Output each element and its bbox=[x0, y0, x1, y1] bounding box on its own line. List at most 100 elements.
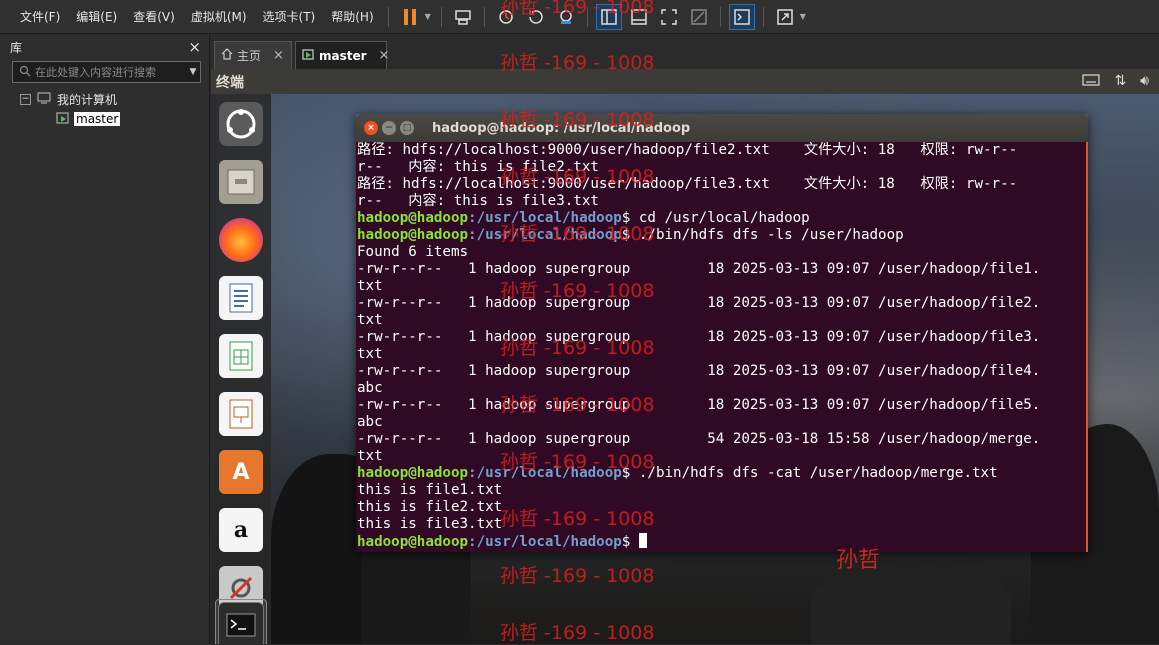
prompt-suffix: $ bbox=[621, 534, 639, 550]
home-icon bbox=[221, 48, 233, 63]
tab-home[interactable]: 主页 × bbox=[214, 41, 292, 69]
terminal-line: abc bbox=[357, 414, 383, 430]
terminal-line: r-- 内容: this is file3.txt bbox=[357, 193, 599, 209]
terminal-line: abc bbox=[357, 380, 383, 396]
menu-view[interactable]: 查看(V) bbox=[125, 8, 183, 25]
terminal-line: this is file1.txt bbox=[357, 482, 503, 498]
tree-item-my-computer[interactable]: − 我的计算机 bbox=[0, 89, 209, 109]
menu-help[interactable]: 帮助(H) bbox=[323, 8, 381, 25]
unity-launcher: A a bbox=[211, 94, 271, 644]
pause-icon[interactable] bbox=[397, 4, 423, 30]
menu-file[interactable]: 文件(F) bbox=[12, 8, 68, 25]
terminal-command-line: hadoop@hadoop:/usr/local/hadoop$ ./bin/h… bbox=[357, 465, 1086, 482]
search-placeholder: 在此处键入内容进行搜索 bbox=[35, 66, 156, 79]
network-icon[interactable]: ⇅ bbox=[1114, 73, 1126, 91]
vm-running-icon bbox=[302, 48, 315, 64]
chevron-down-icon[interactable]: ▼ bbox=[800, 12, 806, 21]
terminal-line: txt bbox=[357, 346, 383, 362]
prompt-user: hadoop@hadoop bbox=[357, 534, 469, 550]
terminal-window[interactable]: × − □ hadoop@hadoop: /usr/local/hadoop 路… bbox=[356, 114, 1088, 552]
thumbnail-bar-icon[interactable] bbox=[626, 4, 652, 30]
close-window-icon[interactable]: × bbox=[364, 121, 378, 135]
terminal-line: -rw-r--r-- 1 hadoop supergroup 18 2025-0… bbox=[357, 261, 1041, 277]
search-icon bbox=[13, 65, 31, 80]
terminal-line: -rw-r--r-- 1 hadoop supergroup 18 2025-0… bbox=[357, 397, 1041, 413]
terminal-line: 路径: hdfs://localhost:9000/user/hadoop/fi… bbox=[357, 142, 1018, 158]
terminal-output[interactable]: 路径: hdfs://localhost:9000/user/hadoop/fi… bbox=[356, 142, 1088, 552]
prompt-path: :/usr/local/hadoop bbox=[468, 210, 622, 226]
menu-vm[interactable]: 虚拟机(M) bbox=[183, 8, 255, 25]
amazon-icon[interactable]: a bbox=[215, 504, 267, 556]
ubuntu-dash-icon[interactable] bbox=[215, 98, 267, 150]
terminal-line: this is file3.txt bbox=[357, 516, 503, 532]
menu-edit[interactable]: 编辑(E) bbox=[68, 8, 125, 25]
terminal-title: hadoop@hadoop: /usr/local/hadoop bbox=[432, 120, 691, 136]
terminal-line: txt bbox=[357, 278, 383, 294]
text-cursor bbox=[638, 533, 647, 548]
collapse-icon[interactable]: − bbox=[20, 93, 31, 105]
library-panel: 库 × 在此处键入内容进行搜索 ▼ − 我的计算机 master bbox=[0, 35, 210, 644]
snapshot-manager-icon[interactable] bbox=[553, 4, 579, 30]
toolbar-divider bbox=[440, 6, 442, 27]
tree-item-master[interactable]: master bbox=[0, 109, 209, 129]
terminal-titlebar[interactable]: × − □ hadoop@hadoop: /usr/local/hadoop bbox=[356, 114, 1088, 142]
close-icon[interactable]: × bbox=[188, 38, 201, 56]
libreoffice-impress-icon[interactable] bbox=[215, 388, 267, 440]
terminal-launcher-icon[interactable] bbox=[215, 599, 267, 644]
prompt-path: :/usr/local/hadoop bbox=[468, 534, 622, 550]
library-search-input[interactable]: 在此处键入内容进行搜索 ▼ bbox=[12, 61, 201, 83]
show-library-icon[interactable] bbox=[595, 3, 622, 30]
terminal-line: txt bbox=[357, 448, 383, 464]
terminal-line: -rw-r--r-- 1 hadoop supergroup 18 2025-0… bbox=[357, 295, 1041, 311]
tab-label: master bbox=[319, 48, 367, 63]
prompt-user: hadoop@hadoop bbox=[357, 210, 469, 226]
volume-icon[interactable]: 🔊︎ bbox=[1140, 73, 1149, 91]
prompt-user: hadoop@hadoop bbox=[357, 465, 469, 481]
guest-app-title: 终端 bbox=[216, 74, 244, 91]
terminal-command-line: hadoop@hadoop:/usr/local/hadoop$ bbox=[357, 533, 1086, 550]
tree-item-label: 我的计算机 bbox=[57, 92, 118, 107]
tab-bar: 主页 × master × bbox=[211, 35, 1159, 69]
toolbar-divider bbox=[483, 6, 485, 27]
prompt-suffix: $ bbox=[621, 465, 639, 481]
menu-tabs[interactable]: 选项卡(T) bbox=[255, 8, 324, 25]
prompt-path: :/usr/local/hadoop bbox=[468, 227, 622, 243]
close-icon[interactable]: × bbox=[379, 48, 390, 63]
minimize-window-icon[interactable]: − bbox=[382, 121, 396, 135]
libreoffice-writer-icon[interactable] bbox=[215, 272, 267, 324]
libreoffice-calc-icon[interactable] bbox=[215, 330, 267, 382]
terminal-line: -rw-r--r-- 1 hadoop supergroup 18 2025-0… bbox=[357, 329, 1041, 345]
terminal-line: Found 6 items bbox=[357, 244, 469, 260]
library-title: 库 bbox=[10, 40, 23, 55]
revert-snapshot-icon[interactable] bbox=[523, 4, 549, 30]
stretch-guest-icon[interactable] bbox=[772, 4, 798, 30]
console-view-icon[interactable] bbox=[728, 3, 755, 30]
keyboard-icon[interactable] bbox=[1082, 73, 1101, 91]
prompt-user: hadoop@hadoop bbox=[357, 227, 469, 243]
guest-top-panel: 终端 ⇅ 🔊︎ bbox=[211, 69, 1159, 94]
command-text: ./bin/hdfs dfs -ls /user/hadoop bbox=[638, 227, 904, 243]
software-center-icon[interactable]: A bbox=[215, 446, 267, 498]
command-text: ./bin/hdfs dfs -cat /user/hadoop/merge.t… bbox=[638, 465, 998, 481]
files-icon[interactable] bbox=[215, 156, 267, 208]
terminal-command-line: hadoop@hadoop:/usr/local/hadoop$ cd /usr… bbox=[357, 210, 1086, 227]
toolbar-divider bbox=[586, 6, 588, 27]
menu-bar: 文件(F) 编辑(E) 查看(V) 虚拟机(M) 选项卡(T) 帮助(H) ▼ … bbox=[0, 0, 1159, 34]
fullscreen-icon[interactable] bbox=[656, 4, 682, 30]
terminal-line: -rw-r--r-- 1 hadoop supergroup 54 2025-0… bbox=[357, 431, 1041, 447]
close-icon[interactable]: × bbox=[273, 48, 284, 63]
snapshot-icon[interactable] bbox=[493, 4, 519, 30]
chevron-down-icon[interactable]: ▼ bbox=[186, 67, 200, 77]
chevron-down-icon[interactable]: ▼ bbox=[425, 12, 431, 21]
firefox-icon[interactable] bbox=[215, 214, 267, 266]
tab-master[interactable]: master × bbox=[295, 41, 390, 69]
vm-running-icon bbox=[56, 111, 70, 128]
tree-item-label: master bbox=[74, 112, 121, 126]
send-keys-icon[interactable] bbox=[450, 4, 476, 30]
guest-desktop: A a × − □ hadoop@hadoop: /usr/local/hado… bbox=[211, 94, 1159, 644]
toolbar-divider bbox=[719, 6, 721, 27]
command-text: cd /usr/local/hadoop bbox=[638, 210, 810, 226]
unity-icon[interactable] bbox=[686, 4, 712, 30]
terminal-line: 路径: hdfs://localhost:9000/user/hadoop/fi… bbox=[357, 176, 1018, 192]
maximize-window-icon[interactable]: □ bbox=[400, 121, 414, 135]
